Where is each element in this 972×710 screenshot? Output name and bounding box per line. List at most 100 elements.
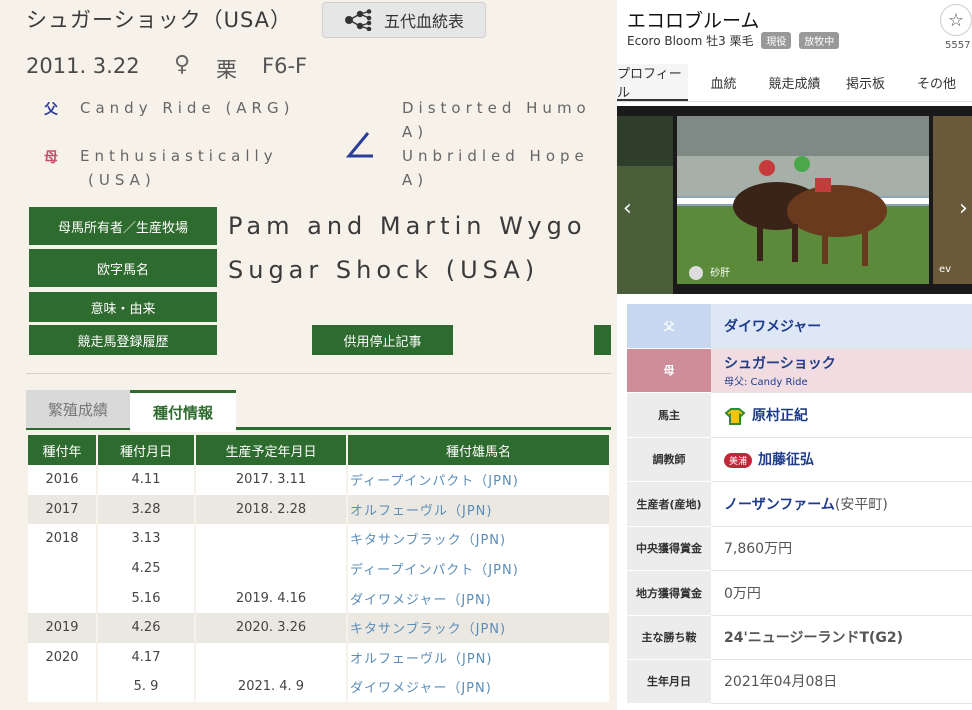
tab-mating-info[interactable]: 種付情報	[130, 390, 236, 432]
stallion-cell[interactable]: ディープインパクト（JPN)	[348, 465, 609, 495]
tab-pedigree[interactable]: 血統	[688, 64, 759, 101]
stallion-cell[interactable]: オルフェーヴル（JPN)	[348, 494, 609, 525]
year-cell: 2019	[28, 612, 96, 643]
mating-table: 種付年 種付月日 生産予定年月日 種付雄馬名 2016 4.11 2017. 3.1…	[26, 435, 611, 702]
year-cell	[28, 672, 96, 702]
col-year: 種付年	[28, 435, 96, 465]
dam-sire-country: A)	[402, 171, 429, 189]
table-row: 5. 9 2021. 4. 9 ダイワメジャー（JPN)	[28, 672, 609, 702]
birth-date: 2011. 3.22	[26, 54, 140, 78]
stallion-cell[interactable]: ダイワメジャー（JPN)	[348, 672, 609, 702]
birth-cell	[196, 642, 346, 673]
divider	[26, 373, 611, 374]
birth-cell: 2019. 4.16	[196, 583, 346, 613]
tab-race-results[interactable]: 競走成績	[759, 64, 830, 101]
col-birth: 生産予定年月日	[196, 435, 346, 465]
birth-cell: 2018. 2.28	[196, 494, 346, 525]
central-prize-label: 中央獲得賞金	[627, 526, 711, 571]
tab-other[interactable]: その他	[901, 64, 972, 101]
table-row: 2020 4.17 オルフェーヴル（JPN)	[28, 642, 609, 673]
dob-value: 2021年04月08日	[711, 659, 972, 704]
carousel-prev-icon[interactable]: ‹	[623, 196, 632, 221]
table-row: 4.25 ディープインパクト（JPN)	[28, 553, 609, 584]
table-row: 5.16 2019. 4.16 ダイワメジャー（JPN)	[28, 583, 609, 613]
stallion-cell[interactable]: ディープインパクト（JPN)	[348, 553, 609, 584]
tab-breeding-results[interactable]: 繁殖成績	[26, 390, 130, 428]
stallion-cell[interactable]: キタサンブラック（JPN)	[348, 524, 609, 554]
breeder-place: (安平町)	[834, 496, 888, 513]
photo-credit: 砂肝	[689, 264, 730, 280]
year-cell: 2020	[28, 642, 96, 673]
wins-link[interactable]: 24'ニュージーランドT(G2)	[711, 615, 972, 660]
horse-subtitle: Ecoro Bloom 牡3 栗毛 現役 放牧中	[627, 32, 840, 49]
owner-link[interactable]: 原村正紀	[752, 408, 808, 424]
date-cell: 4.26	[98, 612, 194, 643]
page-title: シュガーショック（USA）	[26, 8, 293, 32]
birth-cell	[196, 524, 346, 554]
dam-name[interactable]: Enthusiastically	[80, 147, 278, 165]
year-cell: 2017	[28, 494, 96, 525]
carousel-next-icon[interactable]: ›	[959, 196, 968, 221]
suspend-article-button[interactable]: 供用停止記事	[312, 325, 453, 355]
sire-sire-name[interactable]: Distorted Humo	[402, 99, 591, 117]
tab-profile[interactable]: プロフィール	[617, 64, 688, 101]
birth-cell	[196, 553, 346, 584]
date-cell: 4.25	[98, 553, 194, 584]
date-cell: 3.28	[98, 494, 194, 525]
birth-cell: 2017. 3.11	[196, 465, 346, 495]
trainer-link[interactable]: 加藤征弘	[758, 452, 814, 468]
dob-label: 生年月日	[627, 659, 711, 704]
photo-credit-2: ev	[939, 264, 951, 275]
owner-cell[interactable]: 原村正紀	[711, 392, 972, 438]
tab-board[interactable]: 掲示板	[830, 64, 901, 101]
trainer-cell[interactable]: 美浦 加藤征弘	[711, 437, 972, 482]
table-row: 2018 3.13 キタサンブラック（JPN)	[28, 524, 609, 554]
dam-country: (USA)	[88, 171, 156, 189]
profile-table: 父 ダイワメジャー 母 シュガーショック 母父: Candy Ride 馬主 原…	[627, 304, 972, 704]
table-row: 2017 3.28 2018. 2.28 オルフェーヴル（JPN)	[28, 494, 609, 525]
owner-label: 母馬所有者／生産牧場	[29, 207, 217, 245]
breeder-cell[interactable]: ノーザンファーム(安平町)	[711, 481, 972, 527]
history-button[interactable]: 競走馬登録履歴	[29, 325, 217, 355]
owner-value: Pam and Martin Wygo	[228, 212, 587, 240]
photo-credit-name: 砂肝	[710, 268, 731, 279]
date-cell: 5.16	[98, 583, 194, 613]
wins-label: 主な勝ち鞍	[627, 615, 711, 660]
right-panel: エコロブルーム Ecoro Bloom 牡3 栗毛 現役 放牧中 ☆ 5557 …	[617, 0, 972, 710]
sire-name[interactable]: Candy Ride (ARG)	[80, 99, 294, 117]
date-cell: 3.13	[98, 524, 194, 554]
photo-carousel[interactable]: ‹ › 砂肝 ev	[617, 106, 972, 294]
dam-cell[interactable]: シュガーショック 母父: Candy Ride	[711, 348, 972, 393]
trainer-region-badge: 美浦	[724, 453, 753, 468]
dam-sire-text: 母父: Candy Ride	[724, 376, 808, 388]
meaning-label: 意味・由来	[29, 292, 217, 322]
dam-sire-name[interactable]: Unbridled Hope	[402, 147, 589, 165]
dam-link[interactable]: シュガーショック	[724, 356, 836, 372]
col-stallion: 種付雄馬名	[348, 435, 609, 465]
dam-label: 母	[627, 348, 711, 393]
birth-cell: 2020. 3.26	[196, 612, 346, 643]
breeder-link[interactable]: ノーザンファーム	[724, 497, 835, 513]
stallion-cell[interactable]: キタサンブラック（JPN)	[348, 612, 609, 643]
status-badge-active: 現役	[761, 32, 792, 49]
stallion-cell[interactable]: ダイワメジャー（JPN)	[348, 583, 609, 613]
coat-color: 栗	[216, 58, 237, 82]
grade-code: F6-F	[262, 54, 308, 78]
date-cell: 5. 9	[98, 672, 194, 702]
offscreen-button[interactable]	[594, 325, 611, 355]
col-date: 種付月日	[98, 435, 194, 465]
sire-tag: 父	[44, 102, 58, 118]
sire-link[interactable]: ダイワメジャー	[711, 304, 972, 349]
pedigree-button[interactable]: 五代血統表	[322, 2, 486, 38]
pedigree-tree-icon	[344, 9, 372, 31]
date-cell: 4.17	[98, 642, 194, 673]
sire-sire-country: A)	[402, 123, 429, 141]
photo-credit-name-2: ev	[939, 264, 952, 275]
latin-name-value: Sugar Shock (USA)	[228, 256, 540, 284]
central-prize-value: 7,860万円	[711, 526, 972, 571]
horse-name: エコロブルーム	[627, 10, 760, 32]
table-row: 2019 4.26 2020. 3.26 キタサンブラック（JPN)	[28, 612, 609, 643]
favorite-star-icon[interactable]: ☆	[940, 4, 972, 36]
stallion-cell[interactable]: オルフェーヴル（JPN)	[348, 642, 609, 673]
date-cell: 4.11	[98, 465, 194, 495]
